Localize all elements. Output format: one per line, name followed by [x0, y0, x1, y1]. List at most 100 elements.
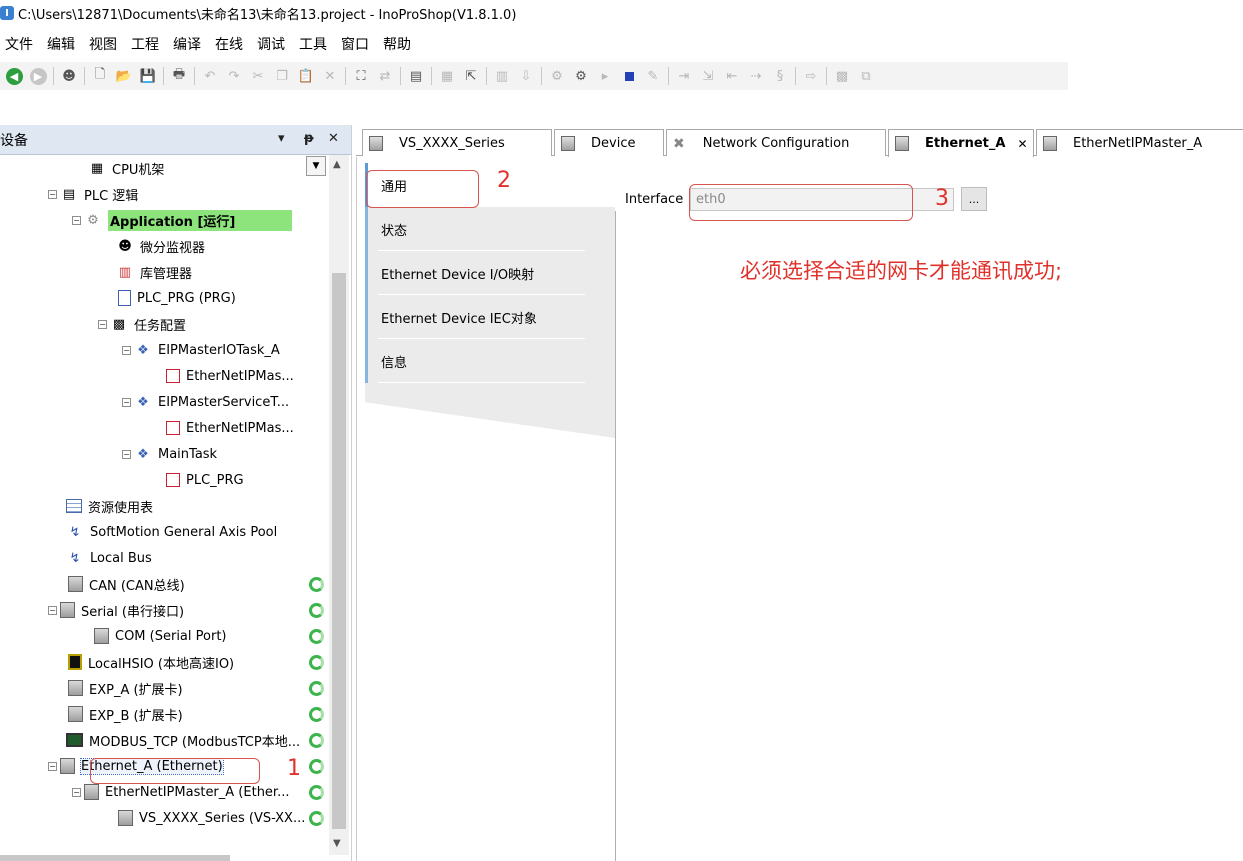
tree-vertical-scrollbar[interactable]: ▲ ▼ [329, 155, 349, 855]
rebuild-button[interactable]: ⇩ [516, 66, 536, 86]
tree-item[interactable]: EXP_B (扩展卡) [0, 701, 330, 727]
paste-button[interactable]: 📋 [296, 66, 316, 86]
tab-ethernet-a[interactable]: Ethernet_A ✕ [888, 129, 1034, 157]
tree-item[interactable]: ▦ CPU机架 [0, 155, 330, 181]
tree-item[interactable]: − ▩ 任务配置 [0, 311, 330, 337]
stop-button[interactable] [619, 66, 639, 86]
replace-icon: ⇄ [379, 68, 391, 84]
subtab-information[interactable]: 信息 [365, 339, 615, 383]
back-button[interactable]: ◀ [4, 66, 24, 86]
redo-button[interactable]: ↷ [224, 66, 244, 86]
undo-button[interactable]: ↶ [200, 66, 220, 86]
tree-item[interactable]: VS_XXXX_Series (VS-XX... [0, 805, 330, 831]
clipboard-icon: ▤ [409, 68, 423, 84]
tab-ethernetipmaster-a[interactable]: EtherNetIPMaster_A [1036, 129, 1243, 156]
tree-item[interactable]: EtherNetIPMas... [0, 363, 330, 389]
collapse-toggle-icon[interactable]: − [48, 189, 57, 199]
collapse-toggle-icon[interactable]: − [48, 605, 57, 615]
subtab-iec-objects[interactable]: Ethernet Device IEC对象 [365, 295, 615, 339]
tree-item[interactable]: COM (Serial Port) [0, 623, 330, 649]
cursor-icon: ⇢ [750, 68, 762, 84]
cut-button[interactable]: ✂ [248, 66, 268, 86]
tree-item[interactable]: − ❖ EIPMasterServiceT... [0, 389, 330, 415]
tree-item[interactable]: − ▤ PLC 逻辑 [0, 181, 330, 207]
save-button[interactable]: 💾 [138, 66, 158, 86]
browse-interface-button[interactable]: ... [961, 187, 987, 211]
tree-item[interactable]: MODBUS_TCP (ModbusTCP本地... [0, 727, 330, 753]
new-project-button[interactable]: 🗋 [90, 66, 110, 86]
subtab-status[interactable]: 状态 [365, 207, 615, 251]
find-button[interactable]: ⛶ [351, 66, 371, 86]
close-panel-icon[interactable]: ✕ [328, 131, 339, 146]
tree-dropdown-icon[interactable]: ▼ [306, 156, 326, 176]
collapse-toggle-icon[interactable]: − [98, 319, 107, 329]
breakpoint-button[interactable]: § [770, 66, 790, 86]
menu-file[interactable]: 文件 [0, 34, 42, 54]
delete-button[interactable]: ✕ [320, 66, 340, 86]
tree-item[interactable]: 资源使用表 [0, 493, 330, 519]
unforce-button[interactable]: ⧉ [856, 66, 876, 86]
panel-menu-dropdown-icon[interactable]: ▾ [278, 131, 285, 146]
menu-tools[interactable]: 工具 [294, 34, 336, 54]
menu-edit[interactable]: 编辑 [42, 34, 84, 54]
collapse-toggle-icon[interactable]: − [122, 449, 131, 459]
menu-build[interactable]: 编译 [168, 34, 210, 54]
scrollbar-thumb[interactable] [332, 273, 346, 829]
export-button[interactable]: ⇱ [461, 66, 481, 86]
login-user-button[interactable]: ☻ [59, 66, 79, 86]
insert-dropdown-button[interactable]: ▦ [437, 66, 457, 86]
collapse-toggle-icon[interactable]: − [122, 345, 131, 355]
tree-item[interactable]: PLC_PRG (PRG) [0, 285, 330, 311]
menu-window[interactable]: 窗口 [336, 34, 378, 54]
force-values-button[interactable]: ▩ [832, 66, 852, 86]
tab-label: VS_XXXX_Series [399, 135, 505, 151]
menu-help[interactable]: 帮助 [378, 34, 420, 54]
tree-item[interactable]: EXP_A (扩展卡) [0, 675, 330, 701]
step-into-button[interactable]: ⇲ [698, 66, 718, 86]
menu-project[interactable]: 工程 [126, 34, 168, 54]
logout-button[interactable]: ⚙ [571, 66, 591, 86]
tree-item[interactable]: ↯ SoftMotion General Axis Pool [0, 519, 330, 545]
build-button[interactable]: ▥ [492, 66, 512, 86]
forward-button[interactable]: ▶ [28, 66, 48, 86]
next-statement-button[interactable]: ⇨ [801, 66, 821, 86]
step-out-button[interactable]: ⇤ [722, 66, 742, 86]
tree-item[interactable]: − ❖ MainTask [0, 441, 330, 467]
print-button[interactable]: 🖶 [169, 66, 189, 86]
tree-item[interactable]: − Serial (串行接口) [0, 597, 330, 623]
tree-item-application[interactable]: − ⚙ Application [运行] [0, 207, 330, 233]
pin-icon[interactable]: ᵽ [304, 131, 314, 146]
write-values-button[interactable]: ✎ [643, 66, 663, 86]
tree-horizontal-scrollbar[interactable] [0, 855, 230, 861]
run-button[interactable]: ▸ [595, 66, 615, 86]
collapse-toggle-icon[interactable]: − [72, 215, 81, 225]
tree-item[interactable]: CAN (CAN总线) [0, 571, 330, 597]
tree-item[interactable]: LocalHSIO (本地高速IO) [0, 649, 330, 675]
menu-view[interactable]: 视图 [84, 34, 126, 54]
subtab-io-mapping[interactable]: Ethernet Device I/O映射 [365, 251, 615, 295]
step-over-button[interactable]: ⇥ [674, 66, 694, 86]
copy-button[interactable]: ❐ [272, 66, 292, 86]
tree-item[interactable]: EtherNetIPMas... [0, 415, 330, 441]
tab-vs-xxxx-series[interactable]: VS_XXXX_Series [362, 129, 552, 156]
tree-item[interactable]: ☻ 微分监视器 [0, 233, 330, 259]
tree-item[interactable]: − ❖ EIPMasterIOTask_A [0, 337, 330, 363]
collapse-toggle-icon[interactable]: − [48, 761, 57, 771]
tab-network-configuration[interactable]: ✖ Network Configuration [666, 129, 886, 156]
collapse-toggle-icon[interactable]: − [72, 787, 81, 797]
login-button[interactable]: ⚙ [547, 66, 567, 86]
tree-item[interactable]: ↯ Local Bus [0, 545, 330, 571]
open-project-button[interactable]: 📂 [114, 66, 134, 86]
tab-device[interactable]: Device [554, 129, 664, 156]
run-to-cursor-button[interactable]: ⇢ [746, 66, 766, 86]
replace-button[interactable]: ⇄ [375, 66, 395, 86]
clipboard-button[interactable]: ▤ [406, 66, 426, 86]
tree-item[interactable]: ▥ 库管理器 [0, 259, 330, 285]
scroll-up-icon[interactable]: ▲ [333, 159, 341, 170]
close-tab-icon[interactable]: ✕ [1017, 137, 1027, 151]
tree-item[interactable]: PLC_PRG [0, 467, 330, 493]
scroll-down-icon[interactable]: ▼ [333, 838, 341, 849]
collapse-toggle-icon[interactable]: − [122, 397, 131, 407]
menu-debug[interactable]: 调试 [252, 34, 294, 54]
menu-online[interactable]: 在线 [210, 34, 252, 54]
